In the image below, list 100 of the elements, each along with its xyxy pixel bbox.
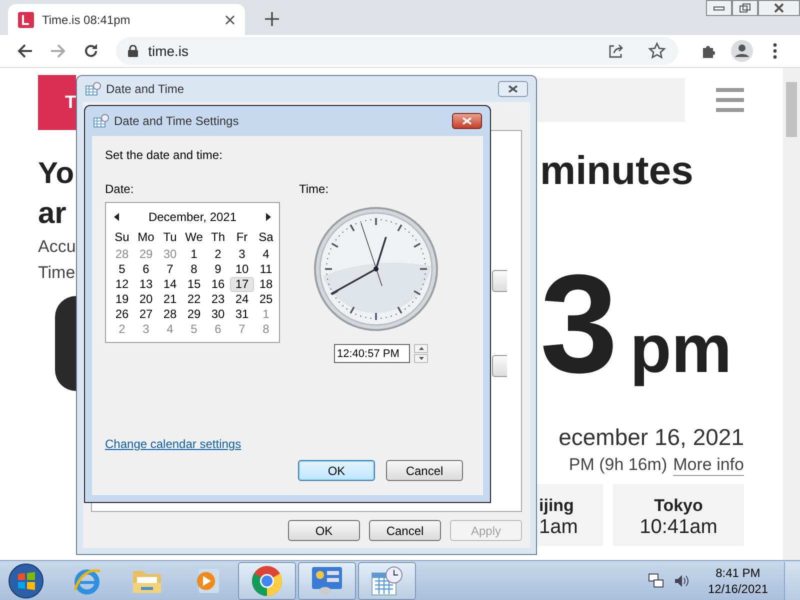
minimize-icon xyxy=(713,5,725,11)
control-panel-icon xyxy=(310,564,344,596)
reload-icon[interactable] xyxy=(83,43,100,59)
headline-text: minutes xyxy=(540,148,694,194)
browser-tab[interactable]: Time.is 08:41pm xyxy=(8,4,245,35)
taskbar-clock[interactable]: 8:41 PM 12/16/2021 xyxy=(708,564,768,596)
calendar-day[interactable]: 10 xyxy=(230,262,254,277)
instruction-text: Set the date and time: xyxy=(105,148,224,162)
date-text: ecember 16, 2021 xyxy=(558,424,744,451)
button[interactable] xyxy=(492,270,507,292)
calendar-clock-icon xyxy=(370,564,404,596)
down-arrow-icon xyxy=(418,357,424,360)
taskbar-button[interactable] xyxy=(238,562,296,600)
calendar-clock-icon xyxy=(85,82,101,96)
calendar-day[interactable]: 22 xyxy=(182,292,206,307)
weekday-label: Sa xyxy=(258,230,274,246)
taskbar-button[interactable] xyxy=(298,562,356,600)
spin-down-button[interactable] xyxy=(414,354,428,363)
calendar-day[interactable]: 28 xyxy=(158,307,182,322)
clock-digit: 3 xyxy=(540,264,618,384)
close-icon xyxy=(462,117,472,125)
minimize-button[interactable] xyxy=(706,0,732,16)
menu-icon[interactable] xyxy=(773,43,778,59)
calendar-day[interactable]: 21 xyxy=(158,292,182,307)
calendar-day[interactable]: 13 xyxy=(134,277,158,292)
restore-button[interactable] xyxy=(732,0,758,16)
dialog-button[interactable]: OK xyxy=(288,520,360,541)
calendar-day[interactable]: 18 xyxy=(254,277,278,292)
window-title: Date and Time Settings xyxy=(114,114,239,128)
taskbar-button[interactable] xyxy=(358,562,416,600)
calendar-day[interactable]: 8 xyxy=(182,262,206,277)
close-button[interactable] xyxy=(452,113,482,129)
calendar-day[interactable]: 23 xyxy=(206,292,230,307)
close-button[interactable] xyxy=(758,0,800,16)
time-field[interactable]: 12:40:57 PM xyxy=(334,344,410,363)
calendar-day[interactable]: 27 xyxy=(134,307,158,322)
header-text: T xyxy=(65,92,76,113)
calendar-day[interactable]: 9 xyxy=(206,262,230,277)
close-icon xyxy=(773,3,785,13)
scrollbar[interactable] xyxy=(783,68,800,560)
time-label: Time: xyxy=(299,182,329,196)
city-time: 1am xyxy=(539,516,578,539)
next-month-icon[interactable] xyxy=(266,213,271,221)
change-calendar-settings-link[interactable]: Change calendar settings xyxy=(105,437,242,451)
calendar-day[interactable]: 29 xyxy=(182,307,206,322)
city-name: ijing xyxy=(539,496,574,516)
calendar-day[interactable]: 12 xyxy=(110,277,134,292)
address-bar[interactable]: time.is xyxy=(116,37,678,65)
subtitle-text: Time xyxy=(38,262,76,284)
calendar-day[interactable]: 4 xyxy=(254,247,278,262)
calendar-day[interactable]: 15 xyxy=(182,277,206,292)
calendar-day[interactable]: 26 xyxy=(110,307,134,322)
calendar-day[interactable]: 11 xyxy=(254,262,278,277)
lock-icon xyxy=(128,45,138,57)
calendar-day[interactable]: 6 xyxy=(134,262,158,277)
calendar-day[interactable]: 25 xyxy=(254,292,278,307)
back-icon[interactable] xyxy=(16,43,33,59)
start-button[interactable] xyxy=(8,562,44,598)
headline-text: Yo xyxy=(38,156,74,192)
network-icon[interactable] xyxy=(648,572,664,588)
close-icon[interactable] xyxy=(225,14,235,24)
more-info-link[interactable]: More info xyxy=(673,455,744,476)
search-field[interactable] xyxy=(537,78,685,122)
city-time: 10:41am xyxy=(640,516,718,539)
puzzle-icon[interactable] xyxy=(700,43,717,59)
weekday-label: Th xyxy=(210,230,226,246)
city-name: Tokyo xyxy=(654,496,703,516)
new-tab-icon[interactable] xyxy=(265,12,279,26)
dialog-button[interactable]: Cancel xyxy=(369,520,441,541)
calendar-day[interactable]: 3 xyxy=(230,247,254,262)
month-title[interactable]: December, 2021 xyxy=(148,210,237,224)
calendar-day[interactable]: 20 xyxy=(134,292,158,307)
calendar-day[interactable]: 7 xyxy=(158,262,182,277)
share-icon[interactable] xyxy=(608,43,624,59)
chrome-icon xyxy=(251,564,283,596)
calendar-day[interactable]: 17 xyxy=(230,277,254,292)
spin-up-button[interactable] xyxy=(414,344,428,353)
calendar-day[interactable]: 19 xyxy=(110,292,134,307)
clock-time: 8:41 PM xyxy=(716,564,760,580)
dialog-button[interactable]: OK xyxy=(298,460,375,481)
star-icon[interactable] xyxy=(648,42,666,60)
subtitle-text: Accu xyxy=(38,236,76,258)
calendar-day[interactable]: 16 xyxy=(206,277,230,292)
calendar-day[interactable]: 2 xyxy=(206,247,230,262)
button[interactable] xyxy=(492,355,507,377)
calendar-day[interactable]: 1 xyxy=(182,247,206,262)
volume-icon[interactable] xyxy=(674,572,690,588)
calendar-clock-icon xyxy=(93,114,109,128)
calendar-day[interactable]: 14 xyxy=(158,277,182,292)
close-button[interactable] xyxy=(498,81,528,97)
calendar-day[interactable]: 5 xyxy=(110,262,134,277)
up-arrow-icon xyxy=(418,347,424,350)
calendar-day[interactable]: 30 xyxy=(206,307,230,322)
calendar-day[interactable]: 24 xyxy=(230,292,254,307)
profile-icon[interactable] xyxy=(730,40,753,62)
dialog-button[interactable]: Cancel xyxy=(386,460,463,481)
calendar-day[interactable]: 31 xyxy=(230,307,254,322)
weekday-label: We xyxy=(184,230,204,246)
previous-month-icon[interactable] xyxy=(114,213,119,221)
scrollbar-thumb[interactable] xyxy=(786,82,797,137)
